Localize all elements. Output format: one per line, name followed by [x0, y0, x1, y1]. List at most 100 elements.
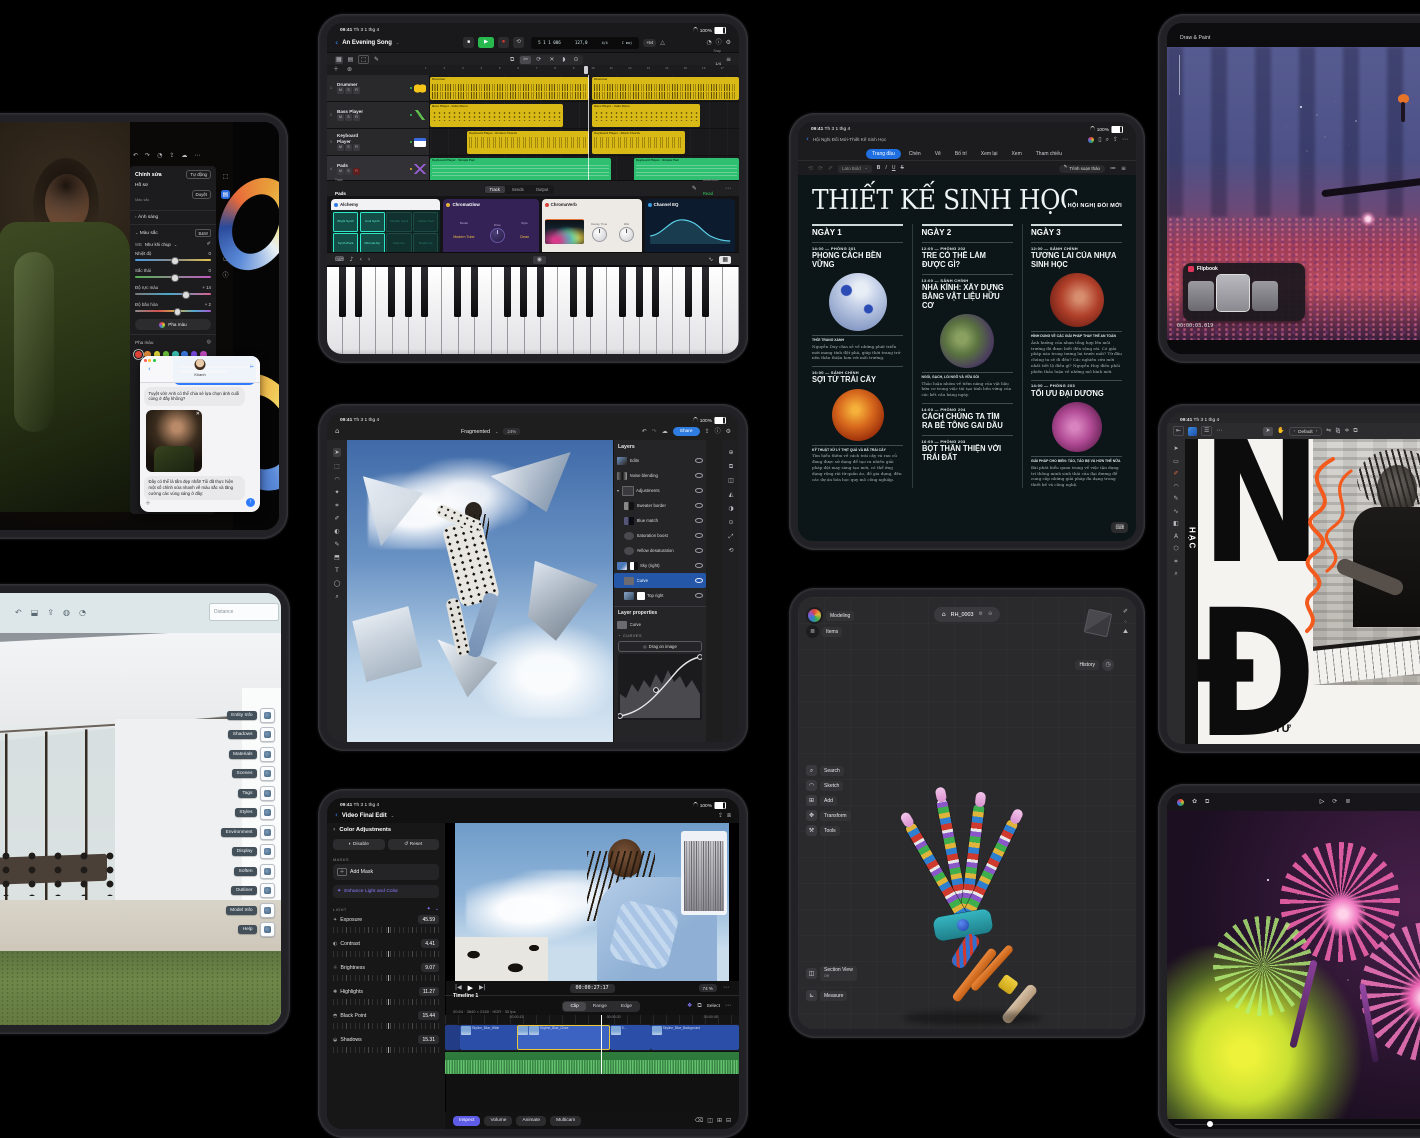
avatar[interactable] [194, 359, 206, 370]
playhead-handle[interactable] [583, 66, 588, 74]
region[interactable]: Keyboard Player - Simple Pad [633, 157, 739, 181]
view-cube[interactable] [1083, 608, 1113, 638]
slider-knob[interactable] [171, 274, 179, 282]
panel-help[interactable]: Help [155, 922, 275, 937]
layer-row[interactable]: Top right [614, 588, 706, 603]
playback-scrubber[interactable] [1167, 1119, 1420, 1129]
redo-icon[interactable]: ↷ [652, 428, 657, 435]
scopes-panel[interactable] [681, 831, 727, 915]
flipbook-frame[interactable] [1252, 281, 1278, 311]
automation-mode[interactable]: Read [703, 191, 713, 196]
more-icon[interactable]: ⋯ [725, 186, 731, 192]
piano-black-key[interactable] [520, 266, 528, 318]
document-title[interactable]: Hội Nghị Đổi Mới-Thiết Kế Sinh Học [813, 137, 886, 142]
piano-key[interactable] [442, 266, 462, 354]
piano-key[interactable] [392, 266, 412, 354]
tab-output[interactable]: Output [531, 186, 554, 193]
tool-animate[interactable]: Animate [516, 1115, 547, 1126]
home-icon[interactable]: ⌂ [335, 428, 339, 435]
keyboard-icon[interactable]: ⌨ [335, 256, 344, 263]
region[interactable]: Drummer [592, 76, 739, 100]
alchemy-preset-button[interactable]: Metallic Swell [386, 212, 412, 232]
tool-tools[interactable]: ⚒ Tools [806, 825, 851, 836]
visibility-icon[interactable] [695, 532, 703, 539]
layers-icon[interactable]: ⧉ [1205, 799, 1209, 805]
timeline-ruler[interactable]: 00:00:15 00:00:30 00:00:45 [445, 1015, 739, 1024]
video-call-icon[interactable]: ⌲ [250, 364, 254, 371]
editor-button[interactable]: ✎ Trình soạn thảo [1058, 164, 1105, 173]
piano-black-key[interactable] [470, 266, 478, 318]
light-section[interactable]: › Ánh sáng [135, 215, 158, 221]
region[interactable]: Keyboard Player - Broken Chords [467, 130, 590, 154]
zoom-tool-icon[interactable]: ⌕ [335, 594, 338, 600]
plugin-chromaglow[interactable]: ChromaGlow Model Modern Tube Drive Style… [443, 199, 539, 255]
layer-row[interactable]: Yellow desaturation [614, 543, 706, 558]
piano-key[interactable] [689, 266, 709, 354]
mute-button[interactable]: M [337, 168, 344, 176]
slider-value[interactable]: 4.41 [421, 939, 439, 948]
panel-model-info[interactable]: Model Info [155, 902, 275, 918]
panel-icon[interactable] [260, 805, 275, 820]
solo-button[interactable]: S [345, 114, 352, 122]
visibility-icon[interactable] [695, 592, 703, 599]
layer-row-selected[interactable]: Curve [614, 573, 706, 588]
playhead-line[interactable] [587, 75, 589, 180]
piano-key[interactable] [458, 266, 478, 354]
export-icon[interactable]: ⇪ [47, 609, 54, 617]
mode-clip[interactable]: Clip [563, 1001, 586, 1011]
environment-icon[interactable]: ⛰ [1123, 629, 1128, 635]
panel-icon[interactable] [260, 766, 275, 781]
panel-soften[interactable]: Soften [155, 863, 275, 879]
back-icon[interactable]: ‹ [335, 812, 338, 819]
track-lane[interactable]: Keyboard Player - Simple Pad Keyboard Pl… [430, 156, 739, 182]
close-icon[interactable]: ✕ [196, 411, 200, 417]
glissando-icon[interactable]: ∿ [708, 256, 713, 263]
settings-icon[interactable]: ⚙ [726, 428, 731, 435]
tab-5[interactable]: Xem [1005, 149, 1027, 159]
home-icon[interactable]: ⌂ [942, 611, 946, 618]
alchemy-preset-button[interactable]: Cool Synth [359, 212, 385, 232]
layer-row[interactable]: Blue match [614, 513, 706, 528]
power-dot[interactable] [334, 202, 338, 207]
audition-icon[interactable]: ◫ [707, 1117, 713, 1124]
octave-down-icon[interactable]: ‹ [360, 256, 362, 263]
section-caret-icon[interactable]: ⌄ [618, 633, 621, 638]
clip[interactable]: Skyline_Blue_Background [650, 1025, 739, 1050]
chevron-left-icon[interactable]: ‹ [1294, 429, 1296, 433]
back-icon[interactable]: ‹ [335, 38, 338, 47]
piano-key[interactable] [425, 266, 443, 354]
loop-icon[interactable]: ⟳ [1332, 799, 1337, 805]
track-lane[interactable]: Drummer Drummer [430, 75, 739, 101]
more-icon[interactable]: ⋯ [1216, 428, 1222, 434]
type-tool-icon[interactable]: T [335, 568, 339, 574]
note-icon[interactable]: ♪ [350, 256, 354, 263]
flipbook-frame[interactable] [1188, 281, 1214, 311]
tab-6[interactable]: Tham chiếu [1030, 149, 1068, 159]
piano-black-key[interactable] [569, 266, 577, 318]
alchemy-preset-button[interactable]: Bright Arp [413, 233, 439, 253]
device-icon[interactable]: ▯ [1098, 136, 1101, 143]
panel-shadows[interactable]: Shadows [155, 727, 275, 742]
collapse-icon[interactable]: ⌄ [435, 907, 439, 912]
record-enable-button[interactable]: R [353, 87, 360, 95]
record-enable-button[interactable]: R [353, 143, 360, 151]
editor-view-icon[interactable]: ⬚ [358, 55, 370, 64]
grid-mode-icon[interactable]: ⁘ [1124, 620, 1127, 624]
panel-entity-info[interactable]: Entity Info [155, 707, 275, 723]
panel-icon[interactable] [260, 922, 275, 937]
piano-key[interactable] [376, 266, 396, 354]
solo-button[interactable]: S [345, 168, 352, 176]
ps-doc-title[interactable]: Fragmented [461, 429, 490, 435]
traffic-lights[interactable] [144, 359, 156, 362]
ps-canvas[interactable] [347, 440, 613, 742]
marquee-tool-icon[interactable]: ⬚ [334, 464, 340, 470]
style-picker[interactable]: ‹ Default › [1288, 426, 1323, 436]
model-3d[interactable] [862, 681, 1072, 1026]
region[interactable]: Keyboard Player - Simple Pad [430, 157, 611, 181]
tool-add[interactable]: ⊞ Add [806, 795, 851, 806]
cloud-icon[interactable]: ☁ [181, 153, 187, 159]
play-icon[interactable]: ▶ [468, 984, 473, 992]
record-enable-button[interactable]: R [353, 168, 360, 176]
piano-key[interactable] [524, 266, 544, 354]
chevron-down-icon[interactable]: ⌄ [396, 40, 399, 45]
